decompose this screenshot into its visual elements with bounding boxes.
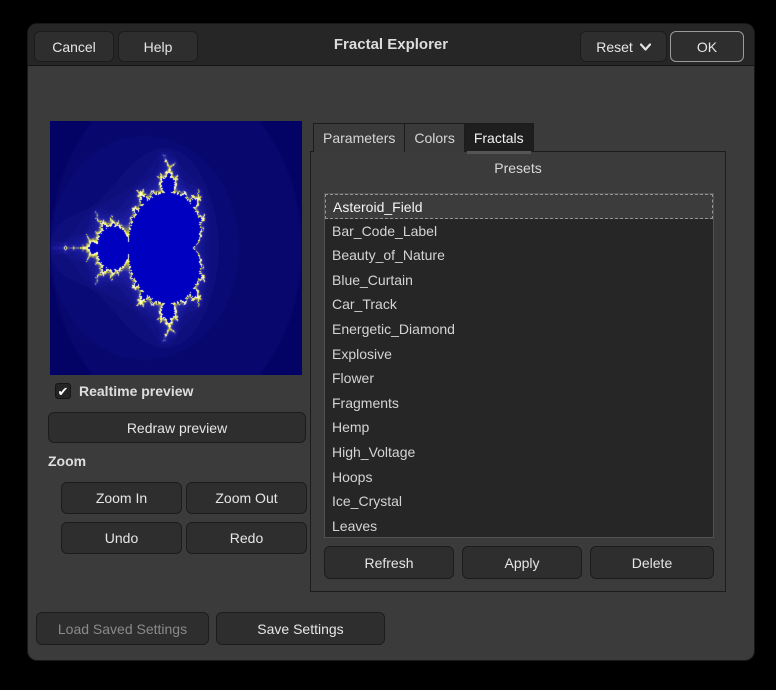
- checkbox-box[interactable]: ✔: [55, 383, 71, 399]
- desktop-background: Cancel Help Fractal Explorer Reset OK ✔ …: [0, 0, 776, 690]
- refresh-button[interactable]: Refresh: [324, 546, 454, 579]
- undo-button[interactable]: Undo: [61, 522, 182, 554]
- notebook-tabs: ParametersColorsFractals: [313, 123, 533, 152]
- preset-list[interactable]: Asteroid_FieldBar_Code_LabelBeauty_of_Na…: [324, 193, 714, 538]
- help-button[interactable]: Help: [118, 31, 198, 62]
- reset-button-label: Reset: [596, 39, 633, 55]
- tab-parameters[interactable]: Parameters: [313, 123, 405, 152]
- zoom-button-grid: Zoom In Zoom Out Undo Redo: [61, 482, 307, 554]
- load-saved-settings-button[interactable]: Load Saved Settings: [36, 612, 209, 645]
- preset-list-item[interactable]: Blue_Curtain: [325, 268, 713, 293]
- ok-button[interactable]: OK: [670, 31, 744, 62]
- preset-list-item[interactable]: Fragments: [325, 391, 713, 416]
- reset-dropdown-button[interactable]: Reset: [580, 31, 667, 62]
- delete-button[interactable]: Delete: [590, 546, 714, 579]
- chevron-down-icon: [640, 43, 651, 51]
- save-settings-button[interactable]: Save Settings: [216, 612, 385, 645]
- fractals-tab-panel: Presets Asteroid_FieldBar_Code_LabelBeau…: [310, 151, 726, 592]
- preset-list-item[interactable]: Energetic_Diamond: [325, 317, 713, 342]
- preset-list-item[interactable]: Explosive: [325, 342, 713, 367]
- check-icon: ✔: [58, 385, 69, 398]
- preset-list-item[interactable]: Hemp: [325, 415, 713, 440]
- preset-list-item[interactable]: Car_Track: [325, 292, 713, 317]
- zoom-out-button[interactable]: Zoom Out: [186, 482, 307, 514]
- realtime-preview-checkbox[interactable]: ✔ Realtime preview: [55, 382, 193, 400]
- redo-button[interactable]: Redo: [186, 522, 307, 554]
- tab-fractals[interactable]: Fractals: [464, 123, 534, 152]
- preset-list-item[interactable]: Leaves: [325, 514, 713, 538]
- preset-action-row: Refresh Apply Delete: [324, 546, 714, 579]
- preset-list-item[interactable]: High_Voltage: [325, 440, 713, 465]
- apply-button[interactable]: Apply: [462, 546, 582, 579]
- preset-list-item[interactable]: Bar_Code_Label: [325, 219, 713, 244]
- zoom-heading: Zoom: [48, 453, 86, 469]
- tab-colors[interactable]: Colors: [404, 123, 464, 152]
- titlebar: Cancel Help Fractal Explorer Reset OK: [28, 24, 754, 66]
- realtime-preview-label: Realtime preview: [79, 383, 193, 399]
- preset-list-item[interactable]: Beauty_of_Nature: [325, 243, 713, 268]
- cancel-button[interactable]: Cancel: [34, 31, 114, 62]
- fractal-preview[interactable]: [50, 121, 302, 375]
- preset-list-item[interactable]: Flower: [325, 366, 713, 391]
- preset-list-item[interactable]: Asteroid_Field: [325, 194, 713, 219]
- redraw-preview-button[interactable]: Redraw preview: [48, 412, 306, 443]
- presets-heading: Presets: [311, 160, 725, 176]
- zoom-in-button[interactable]: Zoom In: [61, 482, 182, 514]
- fractal-explorer-dialog: Cancel Help Fractal Explorer Reset OK ✔ …: [28, 24, 754, 660]
- preset-list-item[interactable]: Ice_Crystal: [325, 489, 713, 514]
- preset-list-item[interactable]: Hoops: [325, 465, 713, 490]
